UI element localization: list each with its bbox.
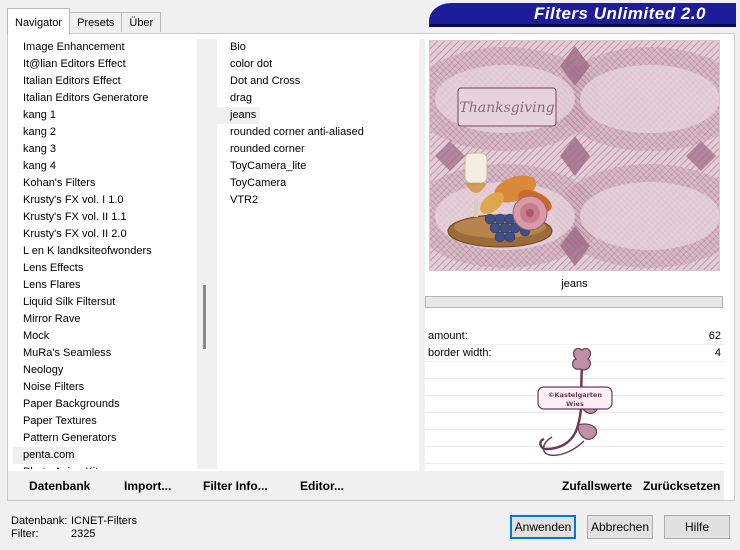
filter-item[interactable]: color dot: [217, 56, 419, 73]
preview-image: Thanksgiving: [429, 40, 720, 271]
apply-button[interactable]: Anwenden: [510, 515, 576, 539]
scrollbar-thumb[interactable]: [203, 285, 206, 349]
category-item[interactable]: Noise Filters: [13, 379, 197, 396]
filter-item[interactable]: ToyCamera: [217, 175, 419, 192]
tab-presets[interactable]: Presets: [69, 12, 123, 32]
category-item[interactable]: kang 2: [13, 124, 197, 141]
filter-item[interactable]: drag: [217, 90, 419, 107]
database-button[interactable]: Datenbank: [29, 479, 90, 493]
category-item[interactable]: Liquid Silk Filtersut: [13, 294, 197, 311]
status-filter-value: 2325: [71, 528, 96, 540]
watermark-logo: ©Kastelgarten Wies: [537, 347, 613, 457]
filter-item[interactable]: Dot and Cross: [217, 73, 419, 90]
category-item[interactable]: Italian Editors Effect: [13, 73, 197, 90]
category-item[interactable]: Neology: [13, 362, 197, 379]
category-item[interactable]: Krusty's FX vol. I 1.0: [13, 192, 197, 209]
category-item[interactable]: Mock: [13, 328, 197, 345]
editor-button[interactable]: Editor...: [300, 479, 344, 493]
category-item[interactable]: kang 1: [13, 107, 197, 124]
status-area: Datenbank: ICNET-Filters Filter: 2325: [11, 515, 137, 541]
category-item[interactable]: Paper Backgrounds: [13, 396, 197, 413]
tab-bar: Navigator Presets Über: [7, 6, 162, 34]
filter-item[interactable]: rounded corner anti-aliased: [217, 124, 419, 141]
category-item[interactable]: kang 4: [13, 158, 197, 175]
cancel-button[interactable]: Abbrechen: [587, 515, 653, 539]
filter-name-label: jeans: [561, 278, 588, 290]
category-item[interactable]: Pattern Generators: [13, 430, 197, 447]
category-item[interactable]: Paper Textures: [13, 413, 197, 430]
filter-item[interactable]: VTR2: [217, 192, 419, 209]
param-label: amount:: [428, 330, 468, 342]
param-label: border width:: [428, 347, 492, 359]
filter-item[interactable]: Bio: [217, 39, 419, 56]
param-value[interactable]: 4: [715, 345, 721, 362]
param-value[interactable]: 62: [709, 328, 721, 345]
help-button[interactable]: Hilfe: [664, 515, 730, 539]
app-title: Filters Unlimited 2.0: [533, 4, 706, 23]
category-item[interactable]: kang 3: [13, 141, 197, 158]
progress-bar: [425, 296, 723, 308]
status-db-value: ICNET-Filters: [71, 515, 137, 527]
category-item[interactable]: Mirror Rave: [13, 311, 197, 328]
status-filter-label: Filter:: [11, 528, 39, 540]
status-db-label: Datenbank:: [11, 515, 68, 527]
app-banner: Filters Unlimited 2.0: [429, 3, 736, 27]
category-item[interactable]: Krusty's FX vol. II 2.0: [13, 226, 197, 243]
toolbar-left: Datenbank Import... Filter Info... Edito…: [8, 471, 419, 500]
filter-info-button[interactable]: Filter Info...: [203, 479, 268, 493]
param-amount[interactable]: amount: 62: [425, 328, 724, 345]
filter-item[interactable]: rounded corner: [217, 141, 419, 158]
category-item[interactable]: Lens Effects: [13, 260, 197, 277]
category-item[interactable]: Photo Aging Kit: [13, 464, 197, 469]
watermark-text-1: ©Kastelgarten: [548, 391, 602, 399]
random-values-button[interactable]: Zufallswerte: [562, 479, 632, 493]
category-item[interactable]: Lens Flares: [13, 277, 197, 294]
watermark-text-2: Wies: [566, 400, 584, 408]
category-item[interactable]: L en K landksiteofwonders: [13, 243, 197, 260]
filter-item[interactable]: ToyCamera_lite: [217, 158, 419, 175]
category-item[interactable]: penta.com: [13, 447, 79, 464]
category-item[interactable]: Krusty's FX vol. II 1.1: [13, 209, 197, 226]
category-item[interactable]: Image Enhancement: [13, 39, 197, 56]
category-item[interactable]: Italian Editors Generatore: [13, 90, 197, 107]
tab-about[interactable]: Über: [121, 12, 162, 32]
category-item[interactable]: It@lian Editors Effect: [13, 56, 197, 73]
preview-thanksgiving: Thanksgiving: [459, 100, 554, 116]
reset-button[interactable]: Zurücksetzen: [643, 479, 720, 493]
toolbar-right: Zufallswerte Zurücksetzen: [425, 471, 724, 500]
filter-item[interactable]: jeans: [217, 107, 261, 124]
category-scrollbar[interactable]: [197, 39, 213, 469]
category-item[interactable]: Kohan's Filters: [13, 175, 197, 192]
filter-list[interactable]: Bio color dot Dot and Cross drag jeans rounde…: [217, 39, 419, 469]
import-button[interactable]: Import...: [124, 479, 171, 493]
preview-art: Thanksgiving: [430, 41, 719, 270]
category-item[interactable]: MuRa's Seamless: [13, 345, 197, 362]
category-list[interactable]: Image Enhancement It@lian Editors Effect I…: [13, 39, 197, 469]
tab-navigator[interactable]: Navigator: [7, 8, 71, 34]
